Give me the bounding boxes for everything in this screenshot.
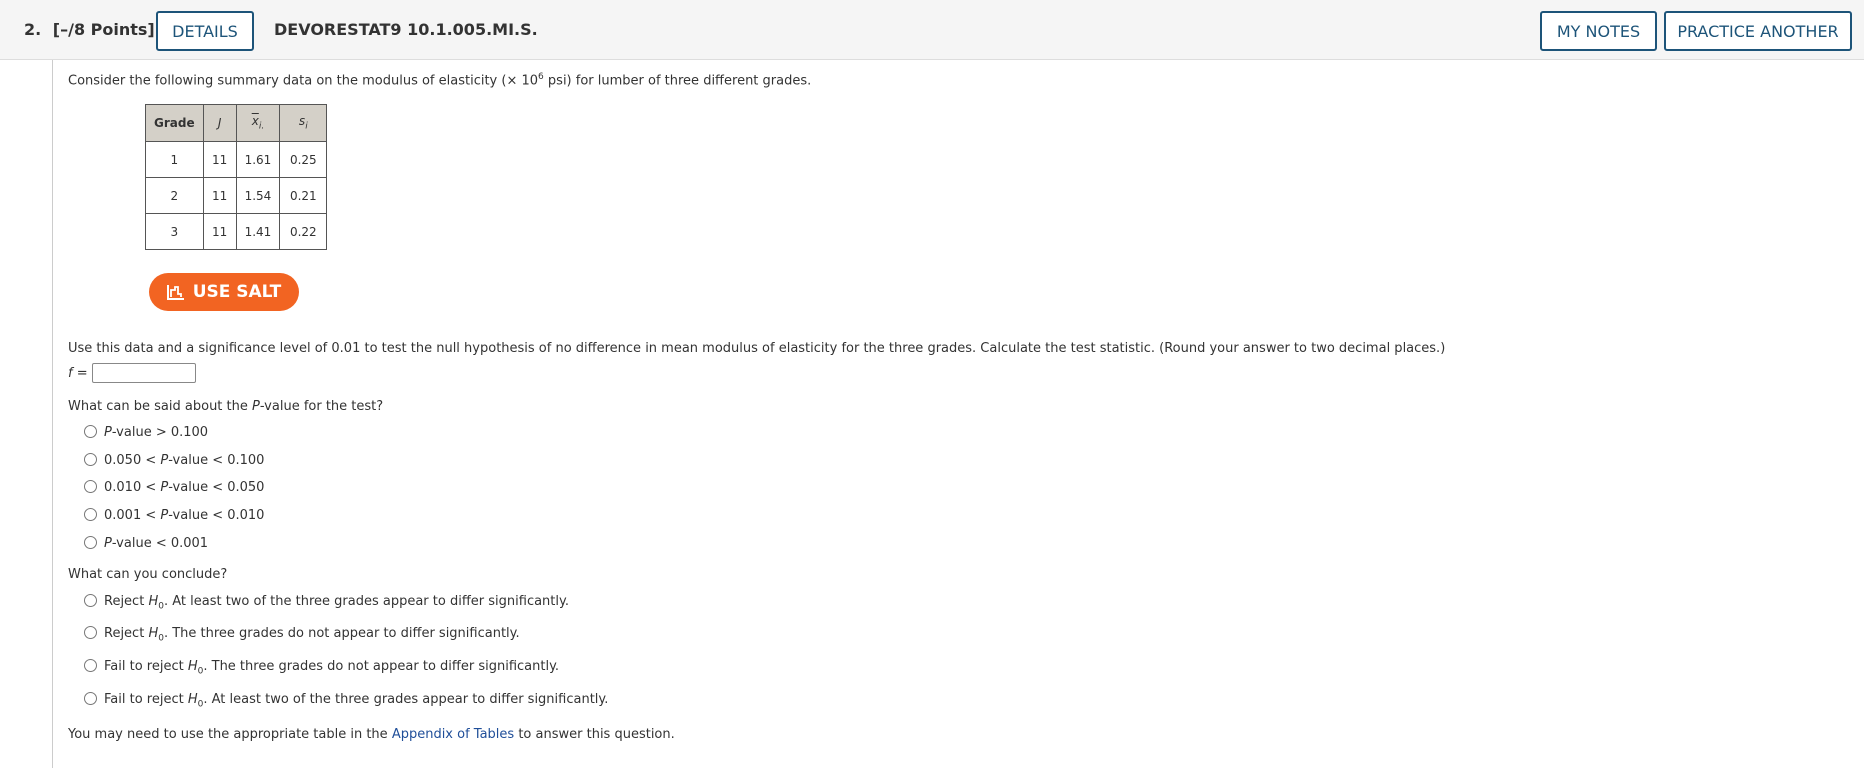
header-j: J — [202, 104, 237, 142]
opt-post: . At least two of the three grades appea… — [163, 594, 569, 609]
opt-pre: 0.010 < — [104, 480, 161, 495]
intro-part2: psi) for lumber of three different grade… — [543, 73, 812, 89]
appendix-note: You may need to use the appropriate tabl… — [68, 727, 675, 742]
practice-another-button[interactable]: PRACTICE ANOTHER — [1664, 11, 1852, 51]
question-header: 2. [–/8 Points] DETAILS DEVORESTAT9 10.1… — [0, 0, 1864, 60]
opt-pre: 0.001 < — [104, 508, 161, 523]
pvalue-radio-3[interactable] — [84, 480, 97, 493]
conclusion-radio-2[interactable] — [84, 626, 97, 639]
conclusion-radio-3[interactable] — [84, 659, 97, 672]
q2-text-after: -value for the test? — [259, 399, 384, 414]
cell-j: 11 — [202, 213, 237, 250]
pvalue-radio-2[interactable] — [84, 453, 97, 466]
points-text: [–/8 Points] — [52, 20, 155, 39]
opt-p: P — [104, 425, 112, 440]
use-salt-button[interactable]: USE SALT — [149, 273, 299, 311]
cell-s: 0.21 — [279, 177, 328, 214]
q2-text-p: P — [252, 399, 260, 414]
times-symbol: × — [506, 73, 518, 89]
q2-text-before: What can be said about the — [68, 399, 252, 414]
question-number: 2. [–/8 Points] — [24, 20, 155, 39]
appendix-of-tables-link[interactable]: Appendix of Tables — [392, 727, 514, 742]
cell-grade: 2 — [145, 177, 204, 214]
conclusion-option-2[interactable]: Reject H0. The three grades do not appea… — [104, 626, 520, 644]
pvalue-radio-5[interactable] — [84, 536, 97, 549]
question1-text: Use this data and a significance level o… — [68, 341, 1446, 356]
opt-post: . The three grades do not appear to diff… — [163, 626, 520, 641]
table-row: 3 11 1.41 0.22 — [145, 213, 328, 250]
cell-xbar: 1.54 — [235, 177, 281, 214]
content-left-rule — [52, 60, 53, 768]
opt-h: H — [187, 692, 198, 707]
summary-data-table: Grade J xi. si 1 11 1.61 0.25 2 11 1.54 … — [145, 104, 328, 250]
ten-base: 10 — [521, 73, 539, 89]
opt-pre: 0.050 < — [104, 453, 161, 468]
opt-pre: Reject — [104, 626, 149, 641]
cell-j: 11 — [202, 141, 237, 178]
f-label: f = — [68, 366, 88, 381]
my-notes-button[interactable]: MY NOTES — [1540, 11, 1657, 51]
opt-h: H — [148, 594, 159, 609]
pvalue-radio-4[interactable] — [84, 508, 97, 521]
header-xbar-text: x — [251, 114, 259, 129]
salt-chart-icon — [166, 284, 185, 300]
pvalue-option-4[interactable]: 0.001 < P-value < 0.010 — [104, 508, 264, 523]
opt-post: -value < 0.050 — [168, 480, 265, 495]
header-grade: Grade — [145, 104, 204, 142]
pvalue-option-5[interactable]: P-value < 0.001 — [104, 536, 208, 551]
question-number-text: 2. — [24, 20, 42, 39]
opt-pre: Reject — [104, 594, 149, 609]
cell-xbar: 1.41 — [235, 213, 281, 250]
opt-post: -value < 0.010 — [168, 508, 265, 523]
cell-s: 0.25 — [279, 141, 328, 178]
opt-h: H — [148, 626, 159, 641]
opt-pre: Fail to reject — [104, 692, 188, 707]
header-s: si — [279, 104, 328, 142]
f-label-text: f = — [68, 366, 88, 381]
question3-text: What can you conclude? — [68, 567, 228, 582]
opt-pre: Fail to reject — [104, 659, 188, 674]
opt-post: -value < 0.001 — [111, 536, 209, 551]
cell-j: 11 — [202, 177, 237, 214]
header-xbar: xi. — [235, 104, 281, 142]
details-button[interactable]: DETAILS — [156, 11, 254, 51]
opt-post: -value > 0.100 — [111, 425, 209, 440]
opt-post: . At least two of the three grades appea… — [203, 692, 609, 707]
use-salt-label: USE SALT — [192, 282, 282, 302]
question2-text: What can be said about the P-value for t… — [68, 399, 383, 414]
problem-code: DEVORESTAT9 10.1.005.MI.S. — [274, 20, 538, 39]
opt-p: P — [104, 536, 112, 551]
cell-s: 0.22 — [279, 213, 328, 250]
footer-pre: You may need to use the appropriate tabl… — [68, 727, 392, 742]
conclusion-option-3[interactable]: Fail to reject H0. The three grades do n… — [104, 659, 559, 677]
pvalue-option-1[interactable]: P-value > 0.100 — [104, 425, 208, 440]
conclusion-option-4[interactable]: Fail to reject H0. At least two of the t… — [104, 692, 608, 710]
opt-post: . The three grades do not appear to diff… — [203, 659, 560, 674]
pvalue-option-2[interactable]: 0.050 < P-value < 0.100 — [104, 453, 264, 468]
cell-xbar: 1.61 — [235, 141, 281, 178]
conclusion-radio-1[interactable] — [84, 594, 97, 607]
conclusion-option-1[interactable]: Reject H0. At least two of the three gra… — [104, 594, 569, 612]
header-s-sub: i — [305, 121, 308, 132]
intro-part1: Consider the following summary data on t… — [68, 73, 507, 89]
header-xbar-sub: i. — [258, 121, 265, 132]
table-row: 1 11 1.61 0.25 — [145, 141, 328, 178]
cell-grade: 1 — [145, 141, 204, 178]
table-row: 2 11 1.54 0.21 — [145, 177, 328, 214]
cell-grade: 3 — [145, 213, 204, 250]
f-answer-input[interactable] — [92, 363, 196, 383]
table-header-row: Grade J xi. si — [145, 104, 328, 142]
opt-post: -value < 0.100 — [168, 453, 265, 468]
footer-post: to answer this question. — [514, 727, 675, 742]
intro-text: Consider the following summary data on t… — [68, 72, 811, 88]
conclusion-radio-4[interactable] — [84, 692, 97, 705]
opt-h: H — [187, 659, 198, 674]
pvalue-radio-1[interactable] — [84, 425, 97, 438]
pvalue-option-3[interactable]: 0.010 < P-value < 0.050 — [104, 480, 264, 495]
header-j-text: J — [217, 116, 222, 130]
